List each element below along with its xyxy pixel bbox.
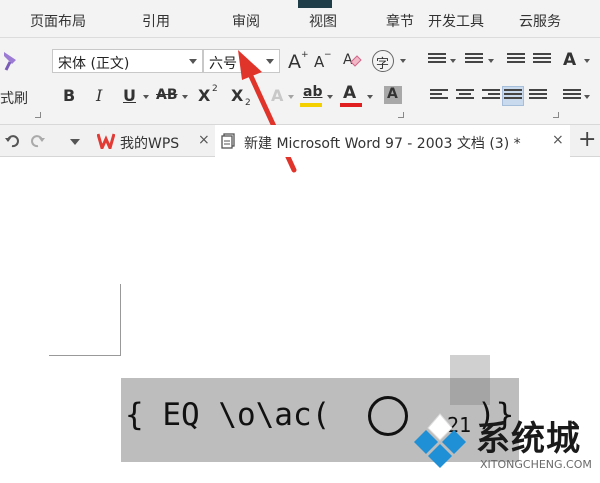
chevron-down-icon bbox=[189, 59, 197, 64]
menu-tab-cloud[interactable]: 云服务 bbox=[519, 11, 561, 31]
close-icon[interactable]: × bbox=[198, 132, 210, 148]
watermark-subtitle: XITONGCHENG.COM bbox=[480, 458, 592, 471]
chevron-down-icon[interactable] bbox=[584, 95, 590, 99]
format-painter-label[interactable]: 式刷 bbox=[0, 88, 28, 108]
align-left-icon[interactable] bbox=[430, 89, 448, 103]
clipboard-group-launcher-icon[interactable] bbox=[35, 112, 41, 118]
superscript-button[interactable]: X bbox=[198, 86, 210, 105]
distributed-align-icon[interactable] bbox=[529, 89, 547, 103]
font-name-value: 宋体 (正文) bbox=[58, 56, 130, 72]
wps-logo-icon bbox=[97, 133, 115, 149]
phonetic-guide-button[interactable]: 字 bbox=[372, 50, 394, 72]
redo-icon[interactable] bbox=[30, 133, 46, 149]
chevron-down-icon[interactable] bbox=[400, 59, 406, 63]
menu-tab-review[interactable]: 审阅 bbox=[232, 11, 260, 31]
char-shading-letter: A bbox=[387, 86, 398, 102]
align-center-icon[interactable] bbox=[456, 89, 474, 103]
strikethrough-button[interactable]: AB bbox=[156, 87, 178, 103]
field-code-text[interactable]: { EQ \o\ac( bbox=[125, 397, 330, 433]
watermark-logo-icon bbox=[414, 413, 466, 468]
font-color-button[interactable]: A bbox=[343, 83, 356, 103]
tab-document-label: 新建 Microsoft Word 97 - 2003 文档 (3) * bbox=[244, 136, 521, 152]
chevron-down-icon[interactable] bbox=[584, 59, 590, 63]
watermark-title: 系统城 bbox=[476, 419, 581, 459]
image-edge-artifact bbox=[298, 0, 332, 8]
undo-icon[interactable] bbox=[4, 133, 20, 149]
justify-icon[interactable] bbox=[504, 89, 522, 103]
align-right-icon[interactable] bbox=[482, 89, 500, 103]
chevron-down-icon[interactable] bbox=[143, 95, 149, 99]
font-color-bar bbox=[340, 103, 362, 107]
phonetic-char: 字 bbox=[376, 57, 390, 72]
numbered-list-icon[interactable] bbox=[465, 53, 483, 67]
paragraph-group-launcher-icon[interactable] bbox=[553, 112, 559, 118]
format-painter-icon[interactable] bbox=[2, 50, 18, 72]
line-spacing-icon[interactable] bbox=[563, 89, 581, 103]
menu-tab-developer[interactable]: 开发工具 bbox=[428, 11, 484, 31]
shrink-font-button[interactable]: A bbox=[314, 53, 324, 71]
menu-tab-view[interactable]: 视图 bbox=[309, 11, 337, 31]
underline-button[interactable]: U bbox=[123, 86, 136, 105]
char-shading-button[interactable]: A bbox=[384, 86, 402, 104]
svg-text:A: A bbox=[343, 52, 353, 68]
close-icon[interactable]: × bbox=[552, 132, 564, 148]
decrease-indent-icon[interactable] bbox=[507, 53, 525, 67]
menu-tab-page-layout[interactable]: 页面布局 bbox=[30, 11, 86, 31]
tab-menu-chevron-icon[interactable] bbox=[70, 139, 80, 145]
menu-tab-references[interactable]: 引用 bbox=[142, 11, 170, 31]
document-icon bbox=[221, 133, 235, 149]
menu-tab-section[interactable]: 章节 bbox=[386, 11, 414, 31]
clear-formatting-icon[interactable]: A bbox=[341, 50, 363, 70]
chevron-down-icon[interactable] bbox=[327, 95, 333, 99]
chevron-down-icon[interactable] bbox=[367, 95, 373, 99]
new-tab-button[interactable]: + bbox=[578, 127, 596, 152]
shrink-font-minus-icon: − bbox=[324, 50, 332, 60]
chevron-down-icon[interactable] bbox=[450, 59, 456, 63]
font-name-select[interactable]: 宋体 (正文) bbox=[52, 49, 203, 73]
tab-my-wps-label: 我的WPS bbox=[120, 136, 180, 152]
page-margin-corner-horizontal bbox=[49, 355, 121, 356]
superscript-2-icon: 2 bbox=[212, 84, 218, 94]
font-style-a-icon[interactable]: A bbox=[563, 50, 576, 70]
italic-button[interactable]: I bbox=[96, 86, 102, 105]
tab-active-document[interactable]: 新建 Microsoft Word 97 - 2003 文档 (3) * × bbox=[215, 125, 570, 157]
font-group-launcher-icon[interactable] bbox=[398, 112, 404, 118]
bold-button[interactable]: B bbox=[63, 86, 75, 105]
enclosed-circle-symbol bbox=[368, 396, 408, 436]
chevron-down-icon[interactable] bbox=[182, 95, 188, 99]
bullet-list-icon[interactable] bbox=[428, 53, 446, 67]
tab-my-wps[interactable]: 我的WPS × bbox=[92, 125, 214, 157]
chevron-down-icon[interactable] bbox=[488, 59, 494, 63]
increase-indent-icon[interactable] bbox=[533, 53, 551, 67]
page-margin-corner-vertical bbox=[120, 284, 121, 356]
